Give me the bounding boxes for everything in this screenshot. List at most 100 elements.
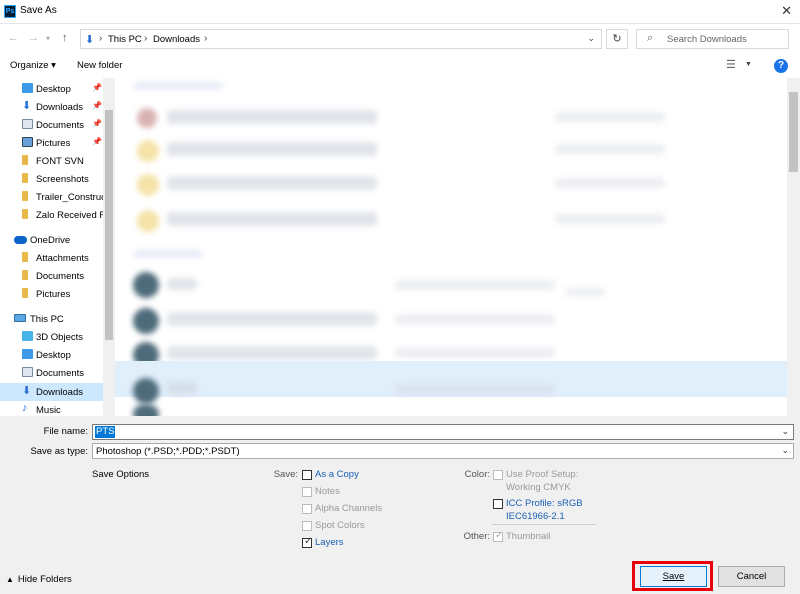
photoshop-app-icon: Ps [4, 5, 16, 18]
nav-item-this-pc[interactable]: This PC [0, 310, 103, 328]
file-list-scrollbar-thumb[interactable] [789, 92, 798, 172]
nav-item-pictures-quick[interactable]: Pictures 📌 [0, 134, 103, 152]
file-name-value[interactable]: PTS [95, 426, 116, 438]
nav-item-documents-quick[interactable]: Documents 📌 [0, 116, 103, 134]
save-group-label: Save: [273, 469, 298, 480]
documents-icon [22, 119, 33, 129]
address-row: ← → ▾ ↑ ⬇ › This PC › Downloads › ⌄ ↻ ⌕ … [0, 24, 800, 54]
nav-item-trailer-construct[interactable]: Trailer_Construct [0, 188, 109, 206]
options-divider [492, 524, 596, 525]
refresh-button[interactable]: ↻ [606, 29, 628, 49]
nav-item-label: This PC [30, 314, 64, 325]
breadcrumb-this-pc[interactable]: This PC [108, 34, 142, 45]
folder-icon [22, 173, 28, 183]
nav-item-attachments[interactable]: Attachments [0, 249, 103, 267]
nav-item-music[interactable]: ♪ Music [0, 401, 103, 416]
blurred-file-date [555, 144, 665, 154]
nav-item-pc-downloads[interactable]: ⬇ Downloads [0, 383, 103, 401]
blurred-file-row[interactable] [167, 142, 377, 156]
nav-item-pc-documents[interactable]: Documents [0, 364, 103, 382]
other-group-label: Other: [463, 531, 490, 542]
nav-item-screenshots[interactable]: Screenshots [0, 170, 103, 188]
notes-label: Notes [315, 486, 340, 497]
close-icon[interactable]: ✕ [781, 3, 792, 19]
navigation-pane: Desktop 📌 ⬇ Downloads 📌 Documents 📌 Pict… [0, 78, 115, 416]
pin-icon[interactable]: 📌 [92, 137, 102, 146]
blurred-file-row[interactable] [167, 110, 377, 124]
blurred-folder-icon [137, 140, 159, 162]
as-a-copy-checkbox[interactable] [302, 470, 312, 480]
this-pc-icon [14, 314, 26, 322]
file-name-dropdown-icon[interactable]: ⌄ [781, 426, 789, 437]
nav-item-label: Documents [36, 120, 85, 131]
blurred-file-date [555, 178, 665, 188]
blurred-file-icon [133, 308, 159, 334]
folder-icon [22, 155, 28, 165]
nav-item-3d-objects[interactable]: 3D Objects [0, 328, 103, 346]
hide-folders-button[interactable]: ▲ Hide Folders [6, 574, 72, 585]
file-list[interactable] [115, 78, 787, 416]
forward-arrow-icon[interactable]: → [28, 32, 39, 44]
downloads-location-icon: ⬇ [85, 34, 95, 46]
nav-item-label: Desktop [36, 84, 71, 95]
icc-profile-label[interactable]: ICC Profile: sRGB [506, 498, 583, 509]
address-dropdown-icon[interactable]: ⌄ [587, 33, 595, 44]
search-input[interactable]: ⌕ Search Downloads [636, 29, 789, 49]
pin-icon[interactable]: 📌 [92, 101, 102, 110]
view-options-icon[interactable]: ☰ [726, 58, 736, 71]
breadcrumb-downloads[interactable]: Downloads [153, 34, 200, 45]
breadcrumb-separator-icon[interactable]: › [204, 33, 207, 44]
nav-item-font-svn[interactable]: FONT SVN [0, 152, 103, 170]
documents-icon [22, 367, 33, 377]
layers-checkbox[interactable]: ✓ [302, 536, 313, 548]
breadcrumb-separator-icon[interactable]: › [144, 33, 147, 44]
nav-item-onedrive[interactable]: OneDrive [0, 231, 103, 249]
pin-icon[interactable]: 📌 [92, 83, 102, 92]
blurred-file-row[interactable] [167, 312, 377, 326]
organize-menu-button[interactable]: Organize ▾ [10, 60, 56, 71]
nav-item-onedrive-documents[interactable]: Documents [0, 267, 103, 285]
spot-colors-checkbox [302, 521, 312, 531]
as-a-copy-label[interactable]: As a Copy [315, 469, 359, 480]
checkmark-icon: ✓ [304, 536, 313, 547]
blurred-file-row[interactable] [167, 212, 377, 226]
pin-icon[interactable]: 📌 [92, 119, 102, 128]
save-as-type-dropdown-icon[interactable]: ⌄ [781, 445, 789, 456]
blurred-folder-icon [137, 210, 159, 232]
blurred-file-row[interactable] [167, 278, 197, 290]
layers-label[interactable]: Layers [315, 537, 344, 548]
blurred-file-row[interactable] [167, 176, 377, 190]
save-button[interactable]: Save [640, 566, 707, 587]
nav-item-label: Documents [36, 271, 85, 282]
view-dropdown-icon[interactable]: ▼ [745, 61, 752, 68]
blurred-group-header [133, 82, 223, 90]
nav-item-downloads-quick[interactable]: ⬇ Downloads 📌 [0, 98, 103, 116]
alpha-channels-checkbox [302, 504, 312, 514]
back-arrow-icon[interactable]: ← [8, 32, 19, 44]
nav-item-desktop[interactable]: Desktop 📌 [0, 80, 103, 98]
breadcrumb-separator-icon[interactable]: › [99, 33, 102, 44]
nav-item-zalo-received[interactable]: Zalo Received Fi [0, 206, 107, 224]
icc-profile-detail: IEC61966-2.1 [506, 511, 565, 522]
up-arrow-icon[interactable]: ↑ [62, 32, 68, 44]
nav-item-pc-desktop[interactable]: Desktop [0, 346, 103, 364]
blurred-file-row[interactable] [167, 346, 377, 360]
save-as-type-select[interactable]: Photoshop (*.PSD;*.PDD;*.PSDT) ⌄ [92, 443, 794, 459]
file-name-input[interactable]: PTS ⌄ [92, 424, 794, 440]
file-name-label: File name: [43, 426, 88, 437]
address-bar[interactable]: ⬇ › This PC › Downloads › ⌄ [80, 29, 602, 49]
nav-item-label: Downloads [36, 102, 83, 113]
cancel-button[interactable]: Cancel [718, 566, 785, 587]
recent-locations-chevron-icon[interactable]: ▾ [46, 34, 50, 43]
blurred-file-row[interactable] [167, 382, 197, 394]
icc-profile-checkbox[interactable] [493, 499, 503, 509]
blurred-group-header [133, 250, 203, 258]
blurred-file-icon [137, 108, 157, 128]
new-folder-button[interactable]: New folder [77, 60, 122, 71]
save-as-type-value: Photoshop (*.PSD;*.PDD;*.PSDT) [96, 446, 240, 457]
nav-scrollbar-thumb[interactable] [105, 110, 113, 340]
onedrive-icon [14, 236, 27, 244]
help-icon[interactable]: ? [774, 59, 788, 73]
nav-item-onedrive-pictures[interactable]: Pictures [0, 285, 103, 303]
folder-icon [22, 270, 28, 280]
